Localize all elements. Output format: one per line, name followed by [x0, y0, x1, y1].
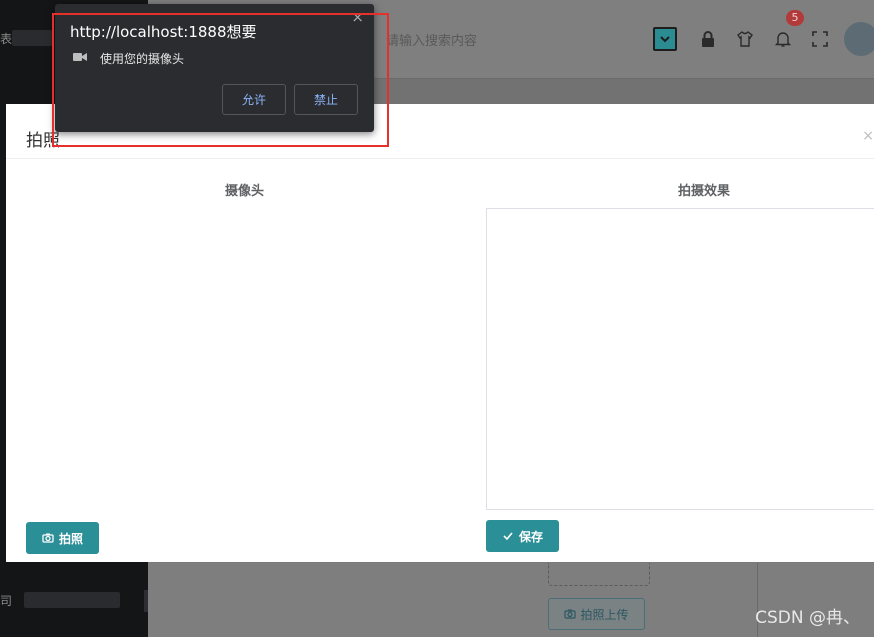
- dialog-header-divider: [6, 158, 874, 159]
- sidebar-blurred-item: [12, 30, 52, 46]
- camera-icon: [564, 609, 577, 619]
- bell-icon[interactable]: [772, 28, 794, 50]
- sidebar-blurred-item: [24, 592, 120, 608]
- sidebar-text-fragment: 表: [0, 32, 13, 46]
- theme-select-button[interactable]: [653, 27, 677, 51]
- photo-upload-button[interactable]: 拍照上传: [548, 598, 645, 630]
- avatar[interactable]: [844, 22, 874, 56]
- upload-preview-box: [548, 563, 650, 586]
- shirt-icon[interactable]: [734, 28, 756, 50]
- lock-icon[interactable]: [697, 28, 719, 50]
- save-button[interactable]: 保存: [486, 520, 559, 552]
- close-icon[interactable]: ×: [862, 128, 874, 144]
- watermark: CSDN @冉、: [755, 608, 860, 628]
- camera-preview: [26, 208, 466, 510]
- check-icon: [503, 532, 513, 541]
- result-label: 拍摄效果: [678, 184, 731, 199]
- capture-button-label: 拍照: [58, 531, 83, 546]
- chevron-down-icon: [660, 36, 670, 43]
- photo-upload-label: 拍照上传: [580, 607, 629, 622]
- annotation-highlight-box: [52, 13, 389, 147]
- camera-icon: [42, 533, 54, 543]
- capture-button[interactable]: 拍照: [26, 522, 99, 554]
- fullscreen-icon[interactable]: [809, 28, 831, 50]
- notification-badge: 5: [786, 10, 804, 26]
- search-input[interactable]: 请输入搜索内容: [386, 30, 477, 49]
- sidebar-text-fragment: 司: [0, 594, 13, 608]
- camera-label: 摄像头: [225, 184, 265, 199]
- photo-dialog: 拍照 × 摄像头 拍摄效果 拍照 保存: [6, 104, 874, 562]
- capture-result-canvas: [486, 208, 874, 510]
- save-button-label: 保存: [518, 529, 543, 544]
